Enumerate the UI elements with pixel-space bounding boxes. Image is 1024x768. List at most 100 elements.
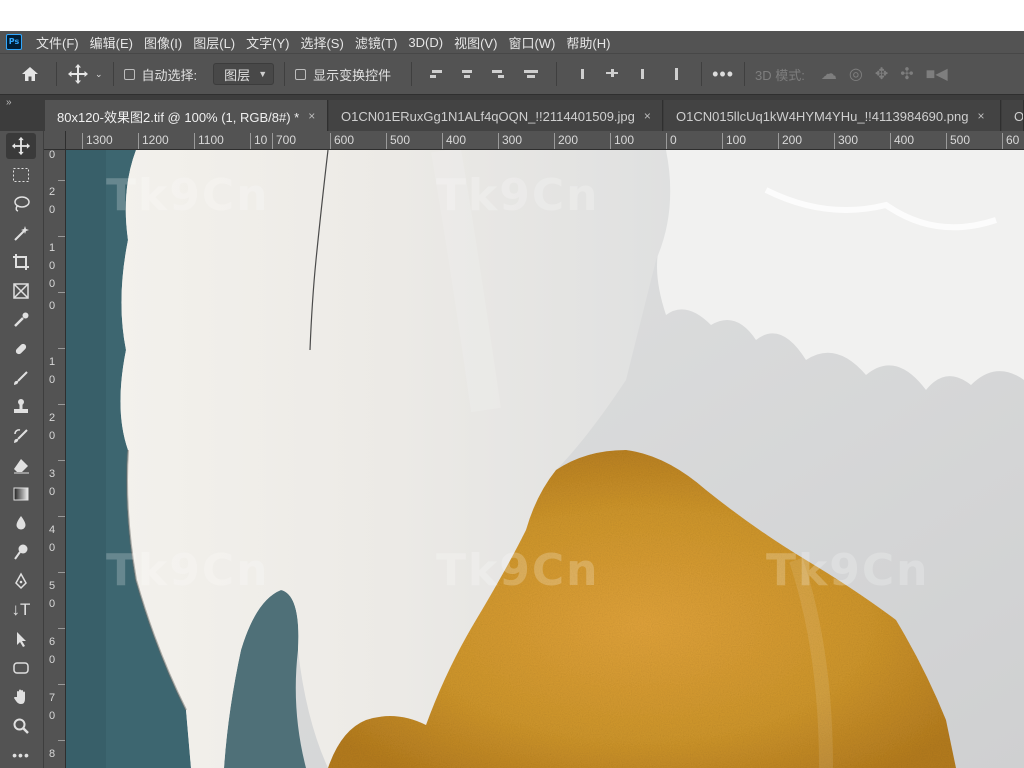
document-canvas[interactable]: Tk9Cn Tk9Cn Tk9Cn Tk9Cn Tk9Cn <box>66 150 1024 768</box>
ruler-label: 2 <box>48 412 56 424</box>
watermark-text: Tk9Cn <box>436 545 600 596</box>
ruler-origin[interactable] <box>44 131 66 150</box>
collapse-panels-icon[interactable]: » <box>6 97 12 108</box>
show-transform-checkbox[interactable] <box>295 68 307 80</box>
gradient-icon[interactable] <box>6 481 36 507</box>
more-tools-icon[interactable]: ••• <box>6 742 36 768</box>
photoshop-logo-icon[interactable]: Ps <box>6 34 22 50</box>
ruler-tick <box>58 292 65 293</box>
menu-edit[interactable]: 编辑(E) <box>90 33 133 52</box>
ruler-label: 4 <box>48 524 56 536</box>
ruler-tick <box>58 348 65 349</box>
frame-icon[interactable] <box>6 278 36 304</box>
ruler-label: 0 <box>48 150 56 161</box>
ruler-label: 100 <box>610 133 634 149</box>
eyedropper-icon[interactable] <box>6 307 36 333</box>
separator <box>556 62 558 86</box>
ruler-label: 1300 <box>82 133 113 149</box>
align-top-icon[interactable] <box>575 67 589 81</box>
menu-select[interactable]: 选择(S) <box>300 33 343 52</box>
watermark-text: Tk9Cn <box>106 545 270 596</box>
rectangular-marquee-icon[interactable] <box>6 162 36 188</box>
healing-brush-icon[interactable] <box>6 336 36 362</box>
menu-view[interactable]: 视图(V) <box>454 33 497 52</box>
menu-3d[interactable]: 3D(D) <box>408 35 443 50</box>
magic-wand-icon[interactable] <box>6 220 36 246</box>
align-left-icon[interactable] <box>430 67 444 81</box>
3d-orbit-icon[interactable]: ☁ <box>821 64 837 84</box>
ruler-label: 300 <box>498 133 522 149</box>
ruler-label: 1 <box>48 356 56 368</box>
align-bottom-icon[interactable] <box>635 67 649 81</box>
ruler-label: 6 <box>48 636 56 648</box>
align-vertical-center-icon[interactable] <box>605 67 619 81</box>
menu-filter[interactable]: 滤镜(T) <box>355 33 398 52</box>
separator <box>56 62 57 86</box>
path-selection-icon[interactable] <box>6 626 36 652</box>
menu-window[interactable]: 窗口(W) <box>508 33 555 52</box>
ruler-tick <box>58 572 65 573</box>
more-options-icon[interactable]: ••• <box>712 64 734 85</box>
close-icon[interactable]: × <box>977 109 984 123</box>
top-strip <box>0 0 1024 31</box>
horizontal-ruler[interactable]: 1300 1200 1100 10 700 600 500 400 300 20… <box>66 131 1024 150</box>
3d-scale-icon[interactable]: ■◀ <box>926 64 948 84</box>
3d-pan-icon[interactable]: ✥ <box>875 64 888 84</box>
auto-select-checkbox[interactable] <box>123 68 135 80</box>
ruler-tick <box>58 460 65 461</box>
chevron-down-icon[interactable]: ⌄ <box>95 69 103 80</box>
vertical-ruler[interactable]: 0 2 0 1 0 0 0 1 0 2 0 3 0 4 0 5 0 6 0 7 … <box>44 150 66 768</box>
rectangle-shape-icon[interactable] <box>6 655 36 681</box>
tab-document-1[interactable]: 80x120-效果图2.tif @ 100% (1, RGB/8#) * × <box>45 100 328 132</box>
eraser-icon[interactable] <box>6 452 36 478</box>
home-icon[interactable] <box>20 65 40 83</box>
ruler-tick <box>58 404 65 405</box>
auto-select-label: 自动选择: <box>141 67 198 83</box>
separator <box>112 62 114 86</box>
align-horizontal-center-icon[interactable] <box>460 67 474 81</box>
align-right-icon[interactable] <box>490 67 505 81</box>
move-tool-icon[interactable] <box>6 133 36 159</box>
tab-document-4[interactable]: O1 <box>1002 100 1024 132</box>
blur-icon[interactable] <box>6 510 36 536</box>
ruler-label: 3 <box>48 468 56 480</box>
pen-icon[interactable] <box>6 568 36 594</box>
close-icon[interactable]: × <box>644 109 651 123</box>
menu-image[interactable]: 图像(I) <box>144 33 182 52</box>
dodge-icon[interactable] <box>6 539 36 565</box>
menu-file[interactable]: 文件(F) <box>36 33 79 52</box>
ruler-label: 300 <box>834 133 858 149</box>
distribute-vertical-icon[interactable] <box>669 67 683 81</box>
ruler-label: 0 <box>48 260 56 272</box>
3d-slide-icon[interactable]: ✣ <box>900 64 913 84</box>
auto-select-target-dropdown[interactable]: 图层 ▼ <box>213 63 275 85</box>
crop-icon[interactable] <box>6 249 36 275</box>
menu-layer[interactable]: 图层(L) <box>193 33 235 52</box>
history-brush-icon[interactable] <box>6 423 36 449</box>
document-tab-bar: » 80x120-效果图2.tif @ 100% (1, RGB/8#) * ×… <box>0 94 1024 132</box>
ruler-label: 2 <box>48 186 56 198</box>
3d-roll-icon[interactable]: ◎ <box>849 64 863 84</box>
ruler-label: 0 <box>48 710 56 722</box>
hand-icon[interactable] <box>6 684 36 710</box>
move-tool-icon[interactable] <box>67 63 89 85</box>
chevron-down-icon: ▼ <box>258 69 268 79</box>
tab-document-3[interactable]: O1CN015llcUq1kW4HYM4YHu_!!4113984690.png… <box>664 100 1001 132</box>
zoom-icon[interactable] <box>6 713 36 739</box>
tab-document-2[interactable]: O1CN01ERuxGg1N1ALf4qOQN_!!2114401509.jpg… <box>329 100 663 132</box>
ruler-label: 8 <box>48 748 56 760</box>
ruler-label: 1100 <box>194 133 224 149</box>
distribute-icon[interactable] <box>524 67 539 81</box>
watermark-text: Tk9Cn <box>106 170 270 221</box>
lasso-icon[interactable] <box>6 191 36 217</box>
separator <box>411 62 413 86</box>
close-icon[interactable]: × <box>308 109 315 123</box>
clone-stamp-icon[interactable] <box>6 394 36 420</box>
type-icon[interactable]: ↓T <box>6 597 36 623</box>
tools-panel: ↓T ••• <box>0 131 44 768</box>
ruler-tick <box>58 628 65 629</box>
brush-icon[interactable] <box>6 365 36 391</box>
menu-type[interactable]: 文字(Y) <box>246 33 289 52</box>
tab-label: O1CN01ERuxGg1N1ALf4qOQN_!!2114401509.jpg <box>341 108 635 124</box>
menu-help[interactable]: 帮助(H) <box>566 33 610 52</box>
